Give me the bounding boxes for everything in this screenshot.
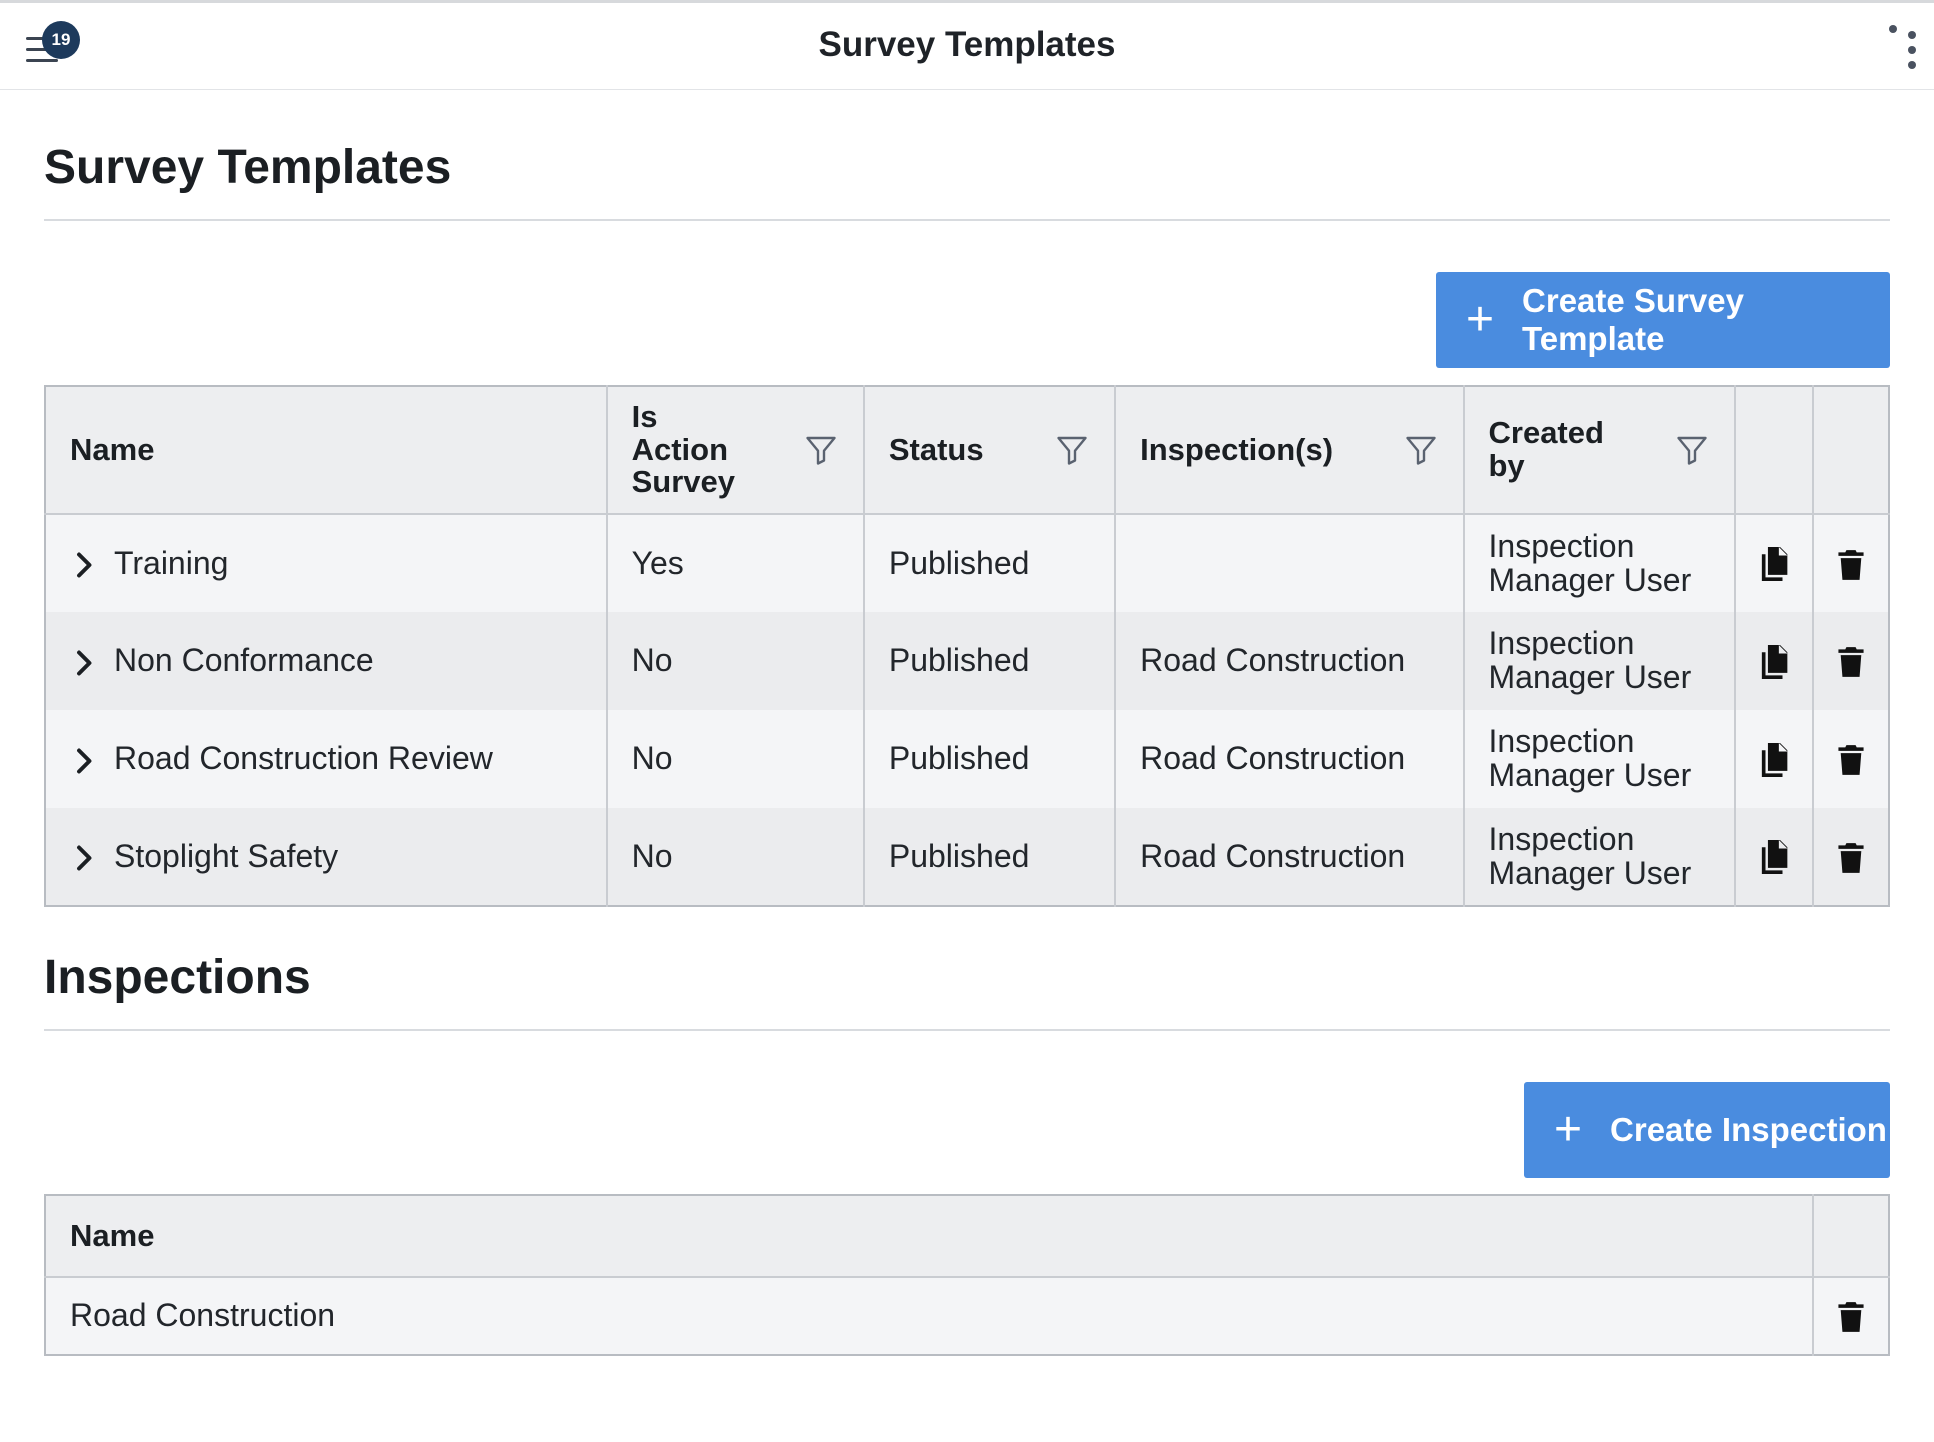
cell-inspections: [1115, 514, 1465, 612]
plus-icon: +: [1554, 1103, 1583, 1156]
survey-templates-table: Name Is Action Survey Status Inspection(s): [44, 385, 1890, 907]
cell-name: Non Conformance: [45, 612, 608, 710]
copy-icon[interactable]: [1759, 644, 1789, 679]
cell-delete: [1812, 1277, 1889, 1355]
table-row[interactable]: Road Construction: [45, 1277, 1889, 1355]
cell-delete: [1812, 514, 1889, 612]
cell-copy: [1734, 514, 1814, 612]
cell-status: Published: [863, 514, 1117, 612]
filter-icon[interactable]: [1403, 432, 1439, 468]
chevron-right-icon[interactable]: [70, 550, 100, 580]
column-header-name[interactable]: Name: [45, 386, 608, 515]
create-inspection-label: Create Inspection: [1610, 1111, 1887, 1148]
column-header-inspections[interactable]: Inspection(s): [1115, 386, 1465, 515]
cell-delete: [1812, 612, 1889, 710]
column-header-delete: [1812, 386, 1889, 515]
inspections-table: Name Road Construction: [44, 1194, 1890, 1356]
column-header-name[interactable]: Name: [45, 1195, 1814, 1278]
more-options-button[interactable]: [1870, 25, 1916, 73]
kebab-icon: [1889, 25, 1916, 69]
table-row[interactable]: Stoplight Safety No Published Road Const…: [45, 808, 1889, 906]
cell-inspections: Road Construction: [1115, 710, 1465, 808]
cell-is-action: No: [606, 612, 865, 710]
cell-is-action: No: [606, 808, 865, 906]
cell-inspections: Road Construction: [1115, 808, 1465, 906]
cell-created-by: Inspection Manager User: [1463, 710, 1736, 808]
create-survey-template-label: Create Survey Template: [1522, 282, 1744, 357]
section-divider: [44, 219, 1890, 221]
cell-status: Published: [863, 710, 1117, 808]
cell-copy: [1734, 710, 1814, 808]
create-survey-template-button[interactable]: + Create Survey Template: [1436, 272, 1890, 368]
cell-created-by: Inspection Manager User: [1463, 514, 1736, 612]
table-header-row: Name Is Action Survey Status Inspection(s): [45, 386, 1889, 515]
cell-inspections: Road Construction: [1115, 612, 1465, 710]
table-header-row: Name: [45, 1195, 1889, 1278]
created-by-label: Created by: [1488, 415, 1604, 483]
filter-icon[interactable]: [803, 432, 839, 468]
cell-delete: [1812, 710, 1889, 808]
cell-name: Stoplight Safety: [45, 808, 608, 906]
create-inspection-button[interactable]: + Create Inspection: [1524, 1082, 1890, 1178]
cell-name: Training: [45, 514, 608, 612]
cell-name: Road Construction Review: [45, 710, 608, 808]
cell-is-action: Yes: [606, 514, 865, 612]
cell-name: Road Construction: [45, 1277, 1814, 1355]
column-header-delete: [1812, 1195, 1889, 1278]
cell-is-action: No: [606, 710, 865, 808]
column-header-copy: [1734, 386, 1814, 515]
cell-status: Published: [863, 808, 1117, 906]
column-header-status[interactable]: Status: [863, 386, 1117, 515]
cell-created-by: Inspection Manager User: [1463, 808, 1736, 906]
is-action-survey-label: Is Action Survey: [631, 399, 735, 500]
chevron-right-icon[interactable]: [70, 843, 100, 873]
filter-icon[interactable]: [1054, 432, 1090, 468]
section-divider: [44, 1029, 1890, 1031]
trash-icon[interactable]: [1837, 646, 1865, 678]
table-row[interactable]: Road Construction Review No Published Ro…: [45, 710, 1889, 808]
trash-icon[interactable]: [1837, 842, 1865, 874]
cell-copy: [1734, 808, 1814, 906]
filter-icon[interactable]: [1674, 432, 1710, 468]
inspections-heading: Inspections: [44, 951, 311, 1004]
cell-status: Published: [863, 612, 1117, 710]
table-row[interactable]: Non Conformance No Published Road Constr…: [45, 612, 1889, 710]
trash-icon[interactable]: [1837, 1301, 1865, 1333]
chevron-right-icon[interactable]: [70, 648, 100, 678]
trash-icon[interactable]: [1837, 744, 1865, 776]
copy-icon[interactable]: [1759, 840, 1789, 875]
column-header-created-by[interactable]: Created by: [1463, 386, 1736, 515]
app-bar-title: Survey Templates: [818, 25, 1116, 64]
top-app-bar: 19 Survey Templates: [0, 0, 1934, 90]
cell-created-by: Inspection Manager User: [1463, 612, 1736, 710]
copy-icon[interactable]: [1759, 742, 1789, 777]
cell-delete: [1812, 808, 1889, 906]
table-row[interactable]: Training Yes Published Inspection Manager…: [45, 514, 1889, 612]
survey-templates-heading: Survey Templates: [44, 141, 452, 194]
cell-copy: [1734, 612, 1814, 710]
copy-icon[interactable]: [1759, 547, 1789, 582]
column-header-is-action-survey[interactable]: Is Action Survey: [606, 386, 865, 515]
plus-icon: +: [1466, 293, 1495, 346]
trash-icon[interactable]: [1837, 549, 1865, 581]
chevron-right-icon[interactable]: [70, 746, 100, 776]
